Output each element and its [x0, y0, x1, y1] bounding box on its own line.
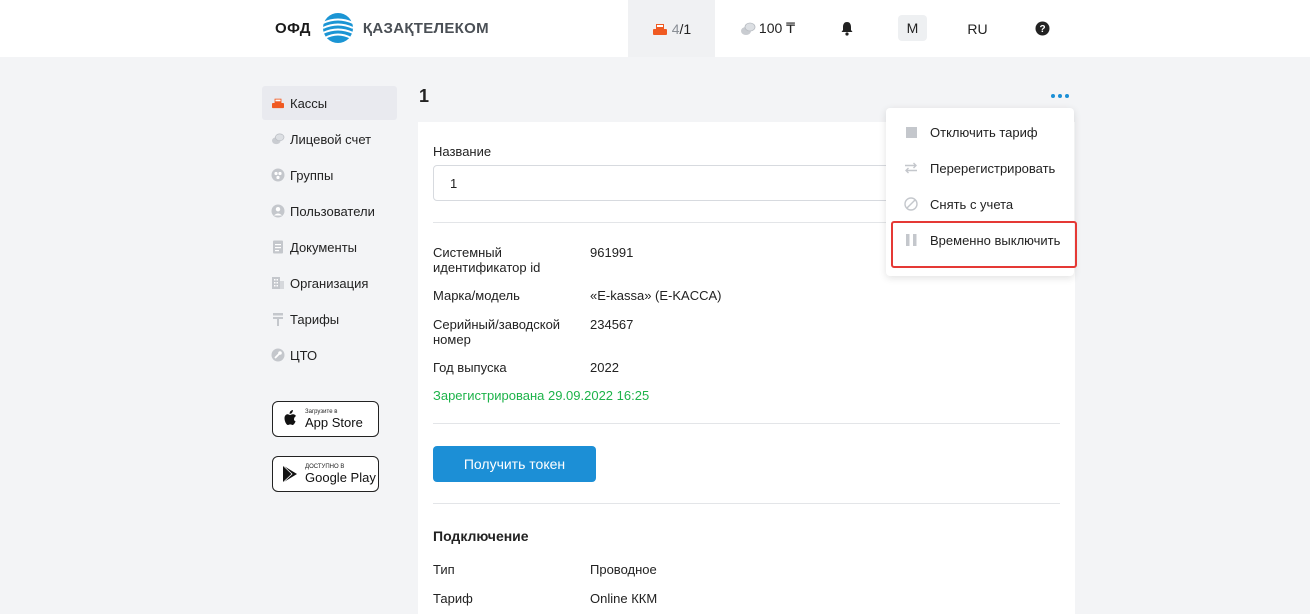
menu-item-disable-tariff[interactable]: Отключить тариф	[904, 122, 1038, 142]
dot-icon	[1058, 94, 1062, 98]
swap-arrows-icon	[904, 161, 918, 175]
apple-icon	[284, 410, 296, 425]
google-play-big-text: Google Play	[305, 469, 376, 485]
detail-label-model: Марка/модель	[433, 288, 520, 303]
top-header: ОФД ҚАЗАҚТЕЛЕКОМ 4/1 100 ₸ M RU ?	[0, 0, 1310, 57]
connection-heading: Подключение	[433, 528, 529, 544]
divider	[433, 503, 1060, 504]
google-play-icon	[282, 465, 297, 483]
sidebar-nav: Кассы Лицевой счет Группы Пользователи Д…	[262, 86, 397, 374]
sidebar-item-users[interactable]: Пользователи	[262, 194, 397, 228]
help-icon: ?	[1035, 21, 1049, 36]
connection-value-tariff: Online ККМ	[590, 591, 658, 606]
sidebar-item-documents[interactable]: Документы	[262, 230, 397, 264]
logo-ofd-text: ОФД	[275, 19, 311, 37]
ofd-logo[interactable]: ОФД ҚАЗАҚТЕЛЕКОМ	[275, 12, 489, 44]
header-kassa-counter[interactable]: 4/1	[628, 0, 715, 57]
name-label: Название	[433, 144, 492, 159]
sidebar-item-label: ЦТО	[290, 347, 318, 363]
sidebar-item-label: Лицевой счет	[290, 131, 372, 147]
sidebar-item-label: Кассы	[290, 95, 328, 111]
detail-value-model: «E-kassa» (E-KACCA)	[590, 288, 722, 303]
ban-icon	[904, 197, 918, 211]
menu-item-deregister[interactable]: Снять с учета	[904, 194, 1013, 214]
registration-status: Зарегистрирована 29.09.2022 16:25	[433, 388, 650, 403]
sidebar-item-label: Группы	[290, 167, 334, 183]
sidebar-item-organization[interactable]: Организация	[262, 266, 397, 300]
sidebar-item-kassy[interactable]: Кассы	[262, 86, 397, 120]
user-icon	[271, 204, 285, 218]
logo-company-text: ҚАЗАҚТЕЛЕКОМ	[362, 19, 489, 37]
kassa-count-active: /1	[679, 20, 692, 37]
svg-text:?: ?	[1039, 24, 1045, 35]
sidebar-item-label: Документы	[290, 239, 358, 255]
connection-value-type: Проводное	[590, 562, 657, 577]
connection-label-type: Тип	[433, 562, 455, 577]
user-avatar[interactable]: M	[898, 15, 927, 41]
detail-value-system-id: 961991	[590, 245, 634, 260]
cash-register-icon	[271, 96, 285, 110]
notifications-button[interactable]	[832, 0, 862, 57]
groups-icon	[271, 168, 285, 182]
header-balance[interactable]: 100 ₸	[730, 0, 805, 57]
menu-item-label: Отключить тариф	[930, 124, 1038, 140]
language-switch[interactable]: RU	[960, 0, 995, 57]
balance-value: 100 ₸	[758, 20, 796, 36]
detail-value-serial: 234567	[590, 317, 634, 332]
page-title: 1	[419, 86, 430, 106]
more-actions-button[interactable]	[1051, 88, 1069, 104]
menu-item-label: Снять с учета	[930, 196, 1014, 212]
square-icon	[904, 125, 918, 139]
coins-icon	[740, 22, 756, 35]
google-play-button[interactable]: ДОСТУПНО В Google Play	[272, 456, 379, 492]
dot-icon	[1065, 94, 1069, 98]
divider	[433, 423, 1060, 424]
sidebar-item-account[interactable]: Лицевой счет	[262, 122, 397, 156]
sidebar-item-label: Организация	[290, 275, 369, 291]
kassa-count-total: 4	[671, 20, 680, 37]
sidebar-item-label: Пользователи	[290, 203, 375, 219]
help-button[interactable]: ?	[1027, 0, 1057, 57]
connection-label-tariff: Тариф	[433, 591, 473, 606]
building-icon	[271, 276, 285, 290]
sidebar-item-label: Тарифы	[290, 311, 340, 327]
dot-icon	[1051, 94, 1055, 98]
coins-icon	[271, 132, 285, 146]
app-store-big-text: App Store	[305, 414, 363, 430]
name-input[interactable]: 1	[433, 165, 903, 201]
detail-label-year: Год выпуска	[433, 360, 507, 375]
sidebar-item-tariffs[interactable]: Тарифы	[262, 302, 397, 336]
detail-value-year: 2022	[590, 360, 619, 375]
app-store-button[interactable]: Загрузите в App Store	[272, 401, 379, 437]
sidebar-item-groups[interactable]: Группы	[262, 158, 397, 192]
highlight-frame	[891, 221, 1077, 268]
bell-icon	[841, 22, 853, 36]
detail-label-serial: Серийный/заводской номер	[433, 317, 561, 347]
get-token-button[interactable]: Получить токен	[433, 446, 596, 482]
sidebar-item-cto[interactable]: ЦТО	[262, 338, 397, 372]
wrench-icon	[271, 348, 285, 362]
menu-item-reregister[interactable]: Перерегистрировать	[904, 158, 1055, 178]
menu-item-label: Перерегистрировать	[930, 160, 1056, 176]
detail-label-system-id: Системный идентификатор id	[433, 245, 541, 275]
cash-register-icon	[652, 23, 667, 35]
kazakhtelecom-globe-icon	[322, 13, 354, 43]
document-icon	[271, 240, 285, 254]
tariff-icon	[271, 312, 285, 326]
